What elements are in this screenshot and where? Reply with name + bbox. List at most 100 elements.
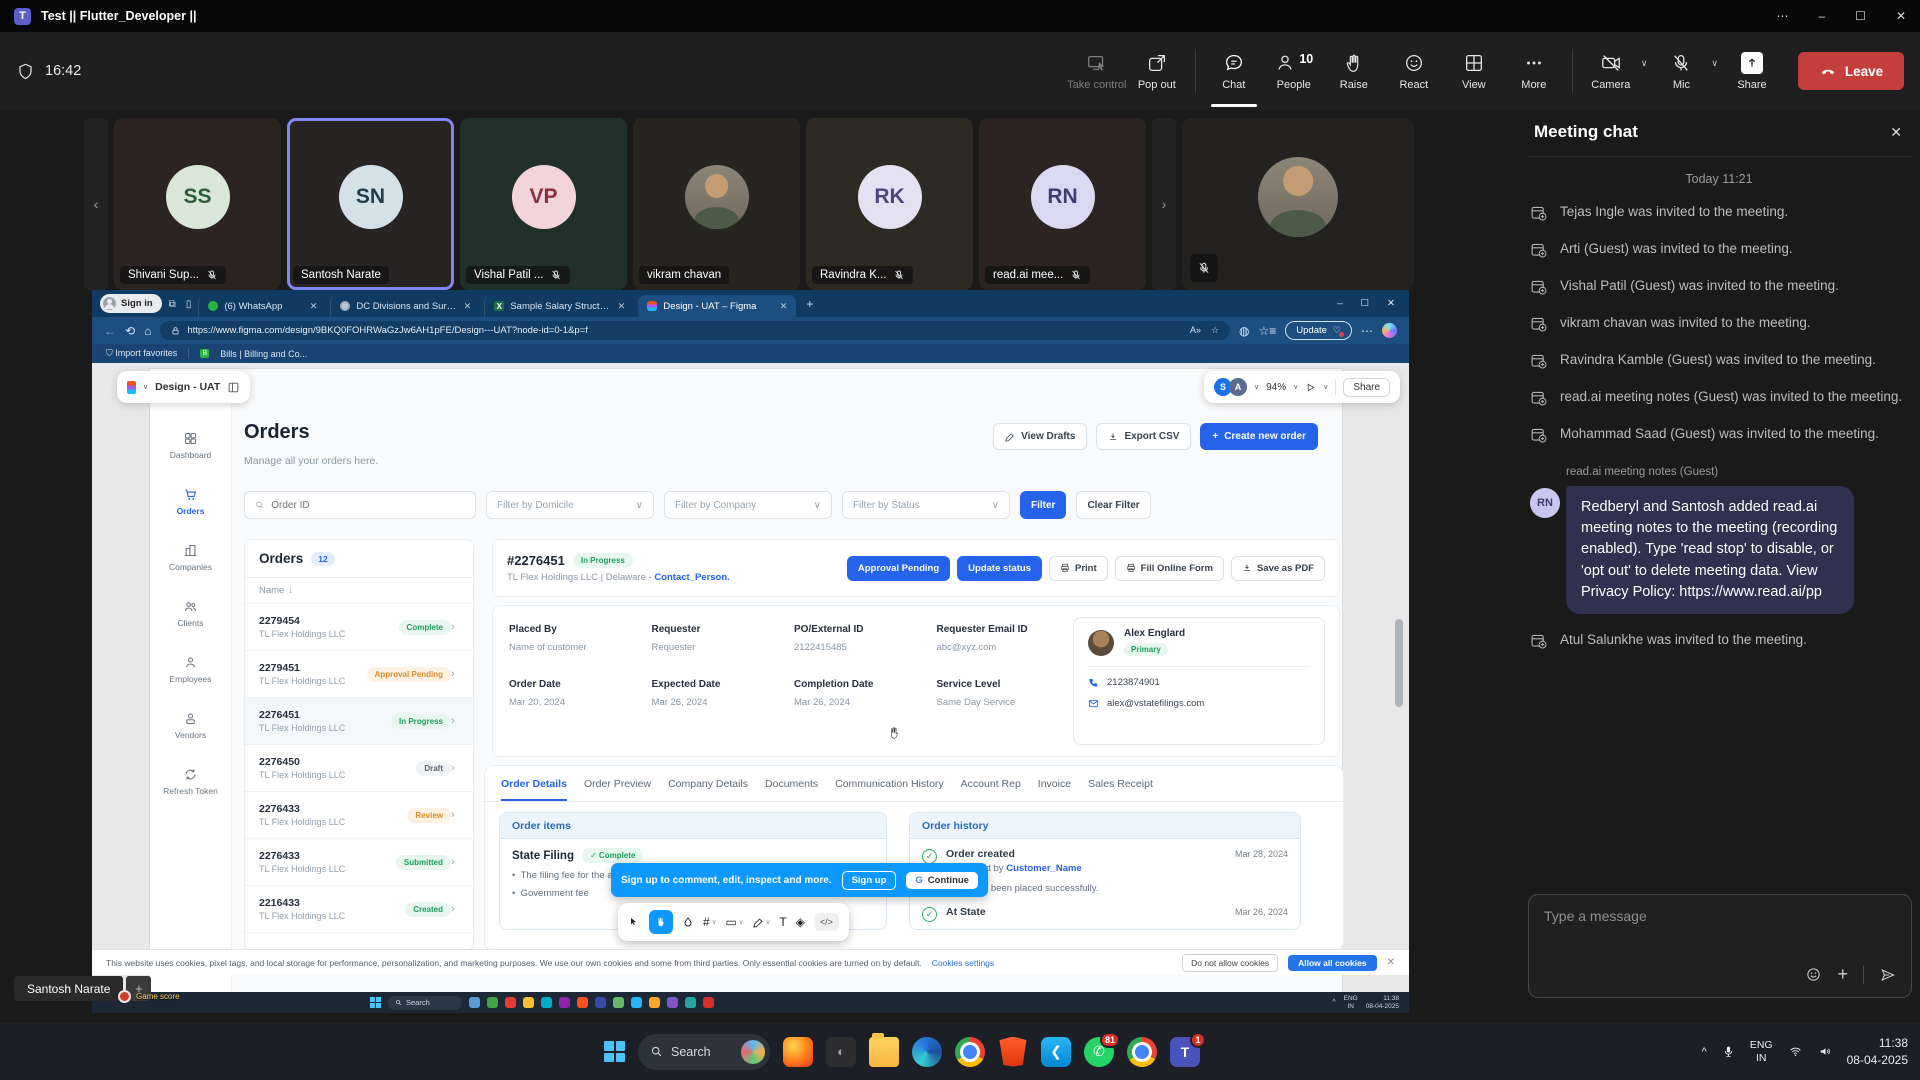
react-button[interactable]: React (1384, 46, 1444, 97)
read-aloud-icon[interactable]: A» (1190, 325, 1201, 336)
home-icon[interactable]: ⌂ (144, 324, 151, 338)
raise-hand-button[interactable]: Raise (1324, 46, 1384, 97)
self-video-tile[interactable] (1182, 118, 1414, 290)
scroll-left-button[interactable]: ‹ (84, 118, 108, 290)
copilot-icon[interactable] (1382, 323, 1397, 338)
browser-tab[interactable]: (6) WhatsApp✕ (198, 295, 326, 317)
order-row[interactable]: 2276450TL Flex Holdings LLC Draft › (245, 745, 473, 792)
tab-close-icon[interactable]: ✕ (464, 301, 472, 312)
shape-tool-icon[interactable]: ▭∨ (725, 915, 743, 929)
order-row[interactable]: 2279454TL Flex Holdings LLC Complete › (245, 604, 473, 651)
tray-chevron-icon[interactable]: ^ (1702, 1046, 1707, 1058)
tab-invoice[interactable]: Invoice (1038, 778, 1071, 801)
order-row[interactable]: 2216433TL Flex Holdings LLC Created › (245, 886, 473, 933)
tab-company-details[interactable]: Company Details (668, 778, 748, 801)
chevron-down-icon[interactable]: ∨ (1293, 383, 1298, 391)
hand-tool-icon-active[interactable] (649, 910, 673, 934)
shared-clock[interactable]: 11:3808-04-2025 (1366, 995, 1399, 1010)
mic-button[interactable]: Mic (1651, 46, 1711, 97)
chat-button[interactable]: Chat (1204, 46, 1264, 97)
contact-email[interactable]: alex@vstatefilings.com (1088, 698, 1310, 709)
language-indicator[interactable]: ENGIN (1750, 1039, 1773, 1064)
participant-tile[interactable]: SS Shivani Sup... (114, 118, 281, 290)
taskbar-app-icon[interactable] (523, 997, 534, 1008)
taskbar-app-icon[interactable] (703, 997, 714, 1008)
sidebar-item-dashboard[interactable]: Dashboard (170, 431, 212, 460)
tray-mic-icon[interactable] (1722, 1045, 1735, 1058)
filter-company-dropdown[interactable]: Filter by Company∨ (664, 491, 832, 519)
approval-pending-button[interactable]: Approval Pending (847, 556, 950, 581)
zoom-level[interactable]: 94% (1266, 382, 1286, 393)
firefox-icon[interactable] (783, 1037, 813, 1067)
chevron-down-icon[interactable]: ∨ (1254, 383, 1259, 391)
update-status-button[interactable]: Update status (957, 556, 1042, 581)
minimize-button[interactable]: – (1818, 9, 1825, 23)
browser-close-icon[interactable]: ✕ (1387, 298, 1395, 309)
filter-status-dropdown[interactable]: Filter by Status∨ (842, 491, 1010, 519)
collaborator-avatar[interactable]: A (1229, 378, 1247, 396)
customer-name-link[interactable]: Customer_Name (1006, 863, 1082, 874)
tab-close-icon[interactable]: ✕ (310, 301, 318, 312)
browser-minimize-icon[interactable]: – (1337, 298, 1342, 309)
participant-tile[interactable]: vikram chavan (633, 118, 800, 290)
address-bar[interactable]: https://www.figma.com/design/9BKQ0FOHRWa… (160, 321, 1230, 340)
taskbar-search-box[interactable]: Search (638, 1034, 770, 1070)
sidebar-item-orders[interactable]: Orders (177, 487, 205, 516)
view-drafts-button[interactable]: View Drafts (993, 423, 1087, 450)
tab-actions-icon[interactable]: ⧉ (169, 299, 176, 310)
sign-up-button[interactable]: Sign up (842, 871, 897, 890)
fill-online-form-button[interactable]: Fill Online Form (1115, 556, 1224, 581)
start-button[interactable] (604, 1041, 625, 1062)
tab-close-icon[interactable]: ✕ (618, 301, 626, 312)
create-new-order-button[interactable]: + Create new order (1200, 423, 1318, 450)
chat-message-list[interactable]: Today 11:21 Tejas Ingle was invited to t… (1528, 157, 1912, 894)
favorite-star-icon[interactable]: ☆ (1211, 325, 1219, 336)
deny-cookies-button[interactable]: Do not allow cookies (1182, 954, 1278, 972)
contact-person-link[interactable]: Contact_Person. (654, 572, 730, 583)
whatsapp-icon[interactable]: ✆ 81 (1084, 1037, 1114, 1067)
view-button[interactable]: View (1444, 46, 1504, 97)
brave-icon[interactable] (998, 1037, 1028, 1067)
taskbar-app-icon[interactable] (577, 997, 588, 1008)
tab-order-details[interactable]: Order Details (501, 778, 567, 801)
bookmark-bills[interactable]: Bills | Billing and Co... (220, 349, 307, 359)
order-row[interactable]: 2276433TL Flex Holdings LLC Review › (245, 792, 473, 839)
browser-tab-active[interactable]: Design - UAT – Figma✕ (638, 295, 796, 317)
edge-icon[interactable] (912, 1037, 942, 1067)
order-row[interactable]: 2279451TL Flex Holdings LLC Approval Pen… (245, 651, 473, 698)
taskbar-app-icon[interactable] (487, 997, 498, 1008)
scroll-right-button[interactable]: › (1152, 118, 1176, 290)
layout-icon[interactable] (227, 381, 240, 394)
dark-app-icon[interactable]: ◐ (826, 1037, 856, 1067)
taskbar-app-icon[interactable] (595, 997, 606, 1008)
tab-documents[interactable]: Documents (765, 778, 818, 801)
shared-tray-chevron-icon[interactable]: ^ (1332, 999, 1335, 1006)
shared-start-icon[interactable] (370, 997, 381, 1008)
taskbar-app-icon[interactable] (559, 997, 570, 1008)
wifi-icon[interactable] (1788, 1045, 1803, 1058)
filter-clear-button[interactable]: Clear Filter (1076, 491, 1150, 519)
figma-menu-icon[interactable] (127, 381, 136, 394)
browser-menu-icon[interactable]: ⋯ (1361, 324, 1373, 338)
import-favorites-link[interactable]: ⛉ Import favorites (106, 348, 177, 359)
maximize-button[interactable]: ☐ (1855, 9, 1866, 23)
taskbar-app-icon[interactable] (505, 997, 516, 1008)
people-button[interactable]: 10 People (1264, 46, 1324, 97)
contact-phone[interactable]: 2123874901 (1088, 677, 1310, 688)
chevron-down-icon[interactable]: ∨ (143, 383, 148, 391)
ink-tool-icon[interactable] (682, 916, 694, 928)
back-icon[interactable]: ← (104, 324, 116, 338)
page-scrollbar[interactable] (1395, 619, 1403, 707)
emoji-icon[interactable] (1805, 966, 1822, 983)
google-continue-button[interactable]: GContinue (906, 872, 978, 889)
shared-search-box[interactable]: Search (388, 996, 462, 1010)
mic-options-chevron[interactable]: ∨ (1711, 58, 1718, 69)
browser-update-button[interactable]: Update ♡ (1285, 321, 1352, 340)
chat-close-icon[interactable]: ✕ (1884, 124, 1908, 141)
taskbar-app-icon[interactable] (631, 997, 642, 1008)
more-button[interactable]: More (1504, 46, 1564, 97)
participant-tile[interactable]: VP Vishal Patil ... (460, 118, 627, 290)
share-button[interactable]: Share (1722, 46, 1782, 97)
leave-button[interactable]: Leave (1798, 52, 1904, 90)
taskbar-clock[interactable]: 11:3808-04-2025 (1847, 1035, 1908, 1067)
